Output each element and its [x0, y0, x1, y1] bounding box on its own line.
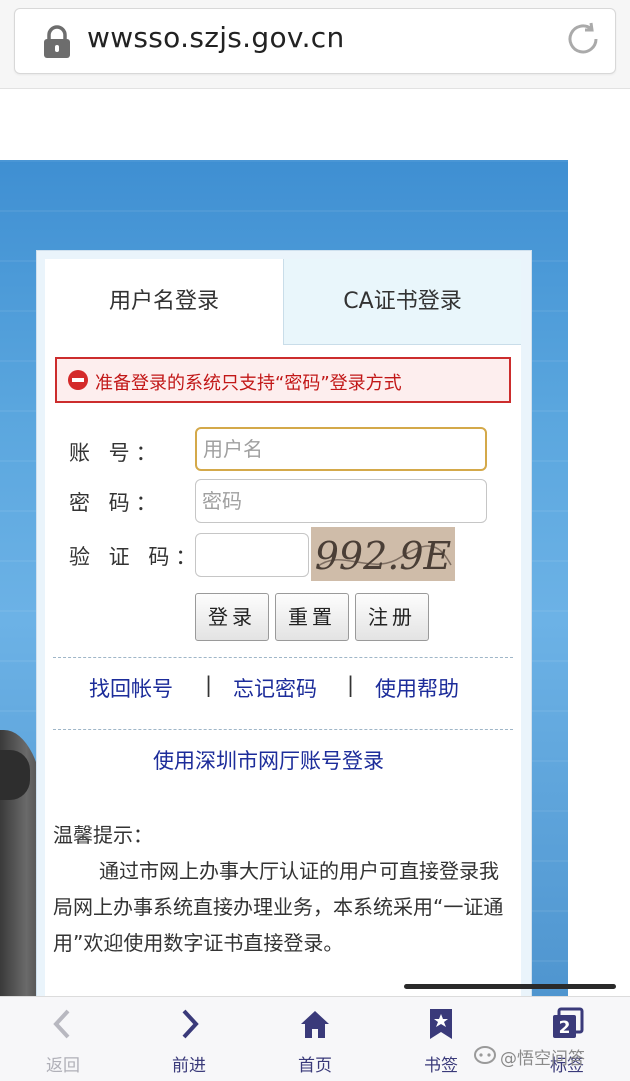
wukong-logo-icon: [474, 1046, 496, 1064]
url-field[interactable]: wwsso.szjs.gov.cn: [14, 8, 616, 74]
chevron-left-icon: [53, 1009, 70, 1039]
captcha-input[interactable]: [195, 533, 309, 577]
captcha-label: 验 证 码：: [69, 545, 203, 569]
back-label: 返回: [46, 1056, 80, 1076]
link-separator: |: [347, 673, 355, 697]
chevron-right-icon: [182, 1009, 199, 1039]
home-icon: [301, 1011, 329, 1038]
tabs-icon: 2: [553, 1007, 584, 1038]
home-button[interactable]: 首页: [252, 997, 378, 1081]
link-separator: |: [205, 673, 213, 697]
no-entry-icon: [68, 370, 88, 390]
password-label: 密 码：: [69, 491, 163, 515]
forgot-password-link[interactable]: 忘记密码: [233, 673, 317, 703]
forward-button[interactable]: 前进: [126, 997, 252, 1081]
shenzhen-login-link[interactable]: 使用深圳市网厅账号登录: [153, 745, 384, 775]
login-panel: 用户名登录 CA证书登录 准备登录的系统只支持“密码”登录方式 账 号： 密 码…: [36, 250, 532, 998]
login-alert: 准备登录的系统只支持“密码”登录方式: [55, 357, 511, 403]
help-link[interactable]: 使用帮助: [375, 673, 459, 703]
login-button[interactable]: 登录: [195, 593, 269, 641]
back-button[interactable]: 返回: [0, 997, 126, 1081]
captcha-text: 992.9E: [315, 534, 452, 578]
browser-address-bar: wwsso.szjs.gov.cn: [0, 0, 630, 89]
reset-button[interactable]: 重置: [275, 593, 349, 641]
tab-count: 2: [559, 1018, 571, 1038]
register-button[interactable]: 注册: [355, 593, 429, 641]
home-label: 首页: [298, 1056, 332, 1076]
watermark: @悟空问答: [500, 1049, 585, 1069]
divider: [53, 729, 513, 730]
captcha-image[interactable]: 992.9E: [311, 527, 455, 581]
tab-username-login[interactable]: 用户名登录: [45, 259, 283, 345]
tab-ca-certificate-login[interactable]: CA证书登录: [283, 259, 521, 345]
login-panel-inner: 用户名登录 CA证书登录 准备登录的系统只支持“密码”登录方式 账 号： 密 码…: [45, 259, 521, 997]
username-input[interactable]: [195, 427, 487, 471]
tips-body: 通过市网上办事大厅认证的用户可直接登录我局网上办事系统直接办理业务，本系统采用“…: [53, 859, 504, 955]
password-input[interactable]: [195, 479, 487, 523]
account-label: 账 号：: [69, 441, 163, 465]
forward-label: 前进: [172, 1056, 206, 1076]
url-text: wwsso.szjs.gov.cn: [87, 21, 345, 54]
lock-icon: [44, 25, 70, 58]
bookmarks-button[interactable]: 书签: [378, 997, 504, 1081]
divider: [53, 657, 513, 658]
alert-text: 准备登录的系统只支持“密码”登录方式: [95, 373, 402, 394]
recover-account-link[interactable]: 找回帐号: [89, 673, 173, 703]
home-indicator: [404, 984, 616, 989]
reload-icon[interactable]: [563, 19, 603, 59]
bookmark-star-icon: [430, 1009, 452, 1039]
tips-title: 温馨提示：: [53, 823, 153, 847]
